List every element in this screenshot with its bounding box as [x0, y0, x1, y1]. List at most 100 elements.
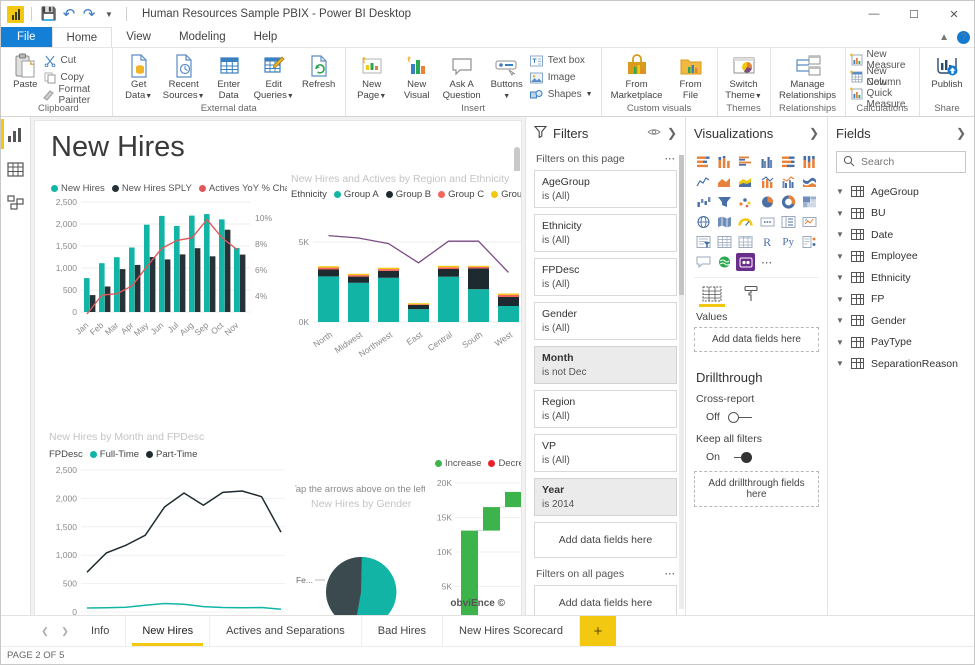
- report-canvas[interactable]: New Hires New Hires New Hires SPLY Activ…: [35, 121, 521, 615]
- ask-a-question-button[interactable]: Ask A Question: [440, 50, 484, 101]
- arcgis-map-icon[interactable]: [715, 253, 734, 271]
- search-input[interactable]: [861, 156, 959, 168]
- area-chart-icon[interactable]: [715, 173, 734, 191]
- r-script-visual-icon[interactable]: R: [757, 233, 776, 251]
- save-icon[interactable]: 💾: [39, 4, 59, 24]
- card-icon[interactable]: [757, 213, 776, 231]
- model-relationships-icon[interactable]: [6, 193, 26, 213]
- get-data-button[interactable]: Get Data▼: [117, 50, 161, 102]
- chevron-left-icon[interactable]: ❮: [35, 616, 55, 646]
- page-tab-info[interactable]: Info: [75, 616, 127, 646]
- filter-card-month[interactable]: Month is not Dec: [534, 346, 677, 384]
- slicer-icon[interactable]: [694, 233, 713, 251]
- filter-card-fpdesc[interactable]: FPDesc is (All): [534, 258, 677, 296]
- field-row-bu[interactable]: ▼ BU: [836, 203, 966, 225]
- text-box-button[interactable]: Text box: [530, 53, 597, 68]
- field-row-agegroup[interactable]: ▼ AgeGroup: [836, 181, 966, 203]
- line-stacked-column-chart-icon[interactable]: [757, 173, 776, 191]
- filter-card-region[interactable]: Region is (All): [534, 390, 677, 428]
- chevron-down-icon[interactable]: ▼: [836, 359, 844, 368]
- redo-icon[interactable]: ↷: [79, 4, 99, 24]
- collapse-ribbon-icon[interactable]: ▲: [939, 32, 949, 43]
- stacked-column-chart-icon[interactable]: [715, 153, 734, 171]
- question-mark-icon[interactable]: ?: [957, 31, 970, 44]
- waterfall-chart-icon[interactable]: [694, 193, 713, 211]
- field-row-fp[interactable]: ▼ FP: [836, 289, 966, 311]
- field-row-gender[interactable]: ▼ Gender: [836, 310, 966, 332]
- collapse-fields-icon[interactable]: ❯: [956, 126, 966, 140]
- visual-new-hires-combo[interactable]: New Hires New Hires SPLY Actives YoY % C…: [45, 181, 306, 361]
- selected-custom-visual-icon[interactable]: [736, 253, 756, 271]
- add-page-button[interactable]: +: [579, 616, 616, 646]
- table-icon[interactable]: [715, 233, 734, 251]
- filter-card-agegroup[interactable]: AgeGroup is (All): [534, 170, 677, 208]
- filters-all-pages-dropzone[interactable]: Add data fields here: [534, 585, 677, 615]
- page-tab-bad-hires[interactable]: Bad Hires: [362, 616, 444, 646]
- visual-month-fpdesc[interactable]: New Hires by Month and FPDesc FPDesc Ful…: [45, 431, 295, 615]
- more-options-icon[interactable]: ⋯: [757, 253, 776, 271]
- ribbon-tab-view[interactable]: View: [112, 27, 165, 47]
- keep-all-filters-toggle[interactable]: [728, 451, 754, 463]
- ribbon-tab-home[interactable]: Home: [51, 27, 113, 47]
- recent-sources-button[interactable]: Recent Sources▼: [162, 50, 206, 102]
- ribbon-tab-modeling[interactable]: Modeling: [165, 27, 240, 47]
- chevron-down-icon[interactable]: ▼: [836, 273, 844, 282]
- 100-stacked-bar-chart-icon[interactable]: [779, 153, 798, 171]
- paint-roller-icon[interactable]: [740, 283, 764, 305]
- chevron-right-icon[interactable]: ❯: [55, 616, 75, 646]
- manage-relationships-button[interactable]: Manage Relationships: [775, 50, 841, 101]
- collapse-filters-icon[interactable]: ❯: [667, 126, 677, 140]
- refresh-button[interactable]: Refresh: [297, 50, 341, 91]
- page-tab-actives-and-separations[interactable]: Actives and Separations: [210, 616, 362, 646]
- 100-stacked-column-chart-icon[interactable]: [800, 153, 819, 171]
- donut-chart-icon[interactable]: [779, 193, 798, 211]
- paste-button[interactable]: Paste: [9, 50, 42, 91]
- filter-card-ethnicity[interactable]: Ethnicity is (All): [534, 214, 677, 252]
- funnel-chart-icon[interactable]: [715, 193, 734, 211]
- new-quick-measure-button[interactable]: New Quick Measure: [849, 77, 915, 110]
- from-marketplace-button[interactable]: From Marketplace: [606, 50, 668, 101]
- field-row-separationreason[interactable]: ▼ SeparationReason: [836, 353, 966, 375]
- ellipsis-icon[interactable]: ⋯: [665, 153, 676, 165]
- values-dropzone[interactable]: Add data fields here: [694, 327, 819, 352]
- filled-map-icon[interactable]: [715, 213, 734, 231]
- drillthrough-dropzone[interactable]: Add drillthrough fields here: [694, 471, 819, 507]
- format-painter-button[interactable]: Format Painter: [42, 84, 108, 106]
- field-row-date[interactable]: ▼ Date: [836, 224, 966, 246]
- chevron-down-icon[interactable]: ▼: [836, 295, 844, 304]
- py-script-visual-icon[interactable]: Py: [779, 233, 798, 251]
- new-page-button[interactable]: New Page▼: [350, 50, 394, 102]
- edit-queries-button[interactable]: Edit Queries▼: [252, 50, 296, 102]
- field-row-ethnicity[interactable]: ▼ Ethnicity: [836, 267, 966, 289]
- filter-card-year[interactable]: Year is 2014: [534, 478, 677, 516]
- field-row-paytype[interactable]: ▼ PayType: [836, 332, 966, 354]
- cut-button[interactable]: Cut: [43, 53, 108, 68]
- ribbon-tab-file[interactable]: File: [1, 27, 52, 47]
- scatter-chart-icon[interactable]: [736, 193, 755, 211]
- image-button[interactable]: Image: [530, 70, 597, 85]
- pie-chart-icon[interactable]: [757, 193, 776, 211]
- key-influencers-icon[interactable]: [800, 233, 819, 251]
- matrix-icon[interactable]: [736, 233, 755, 251]
- field-row-employee[interactable]: ▼ Employee: [836, 246, 966, 268]
- enter-data-button[interactable]: Enter Data: [207, 50, 251, 101]
- line-clustered-column-chart-icon[interactable]: [779, 173, 798, 191]
- clustered-column-chart-icon[interactable]: [757, 153, 776, 171]
- stacked-bar-chart-icon[interactable]: [694, 153, 713, 171]
- multi-row-card-icon[interactable]: [779, 213, 798, 231]
- line-chart-icon[interactable]: [694, 173, 713, 191]
- publish-button[interactable]: Publish: [924, 50, 970, 91]
- shapes-button[interactable]: Shapes ▼: [530, 87, 597, 102]
- map-icon[interactable]: [694, 213, 713, 231]
- visual-waterfall[interactable]: Increase Decrease Total 0K: [425, 456, 521, 615]
- ribbon-chart-icon[interactable]: [800, 173, 819, 191]
- fields-grid-icon[interactable]: [699, 283, 725, 307]
- customize-qat-icon[interactable]: ▼: [99, 4, 119, 24]
- visual-region-ethnicity[interactable]: New Hires and Actives by Region and Ethn…: [287, 171, 521, 371]
- data-table-icon[interactable]: [6, 159, 26, 179]
- maximize-button[interactable]: ☐: [894, 1, 934, 27]
- clustered-bar-chart-icon[interactable]: [736, 153, 755, 171]
- collapse-visualizations-icon[interactable]: ❯: [809, 126, 819, 140]
- switch-theme-button[interactable]: Switch Theme▼: [722, 50, 766, 102]
- chevron-down-icon[interactable]: ▼: [836, 316, 844, 325]
